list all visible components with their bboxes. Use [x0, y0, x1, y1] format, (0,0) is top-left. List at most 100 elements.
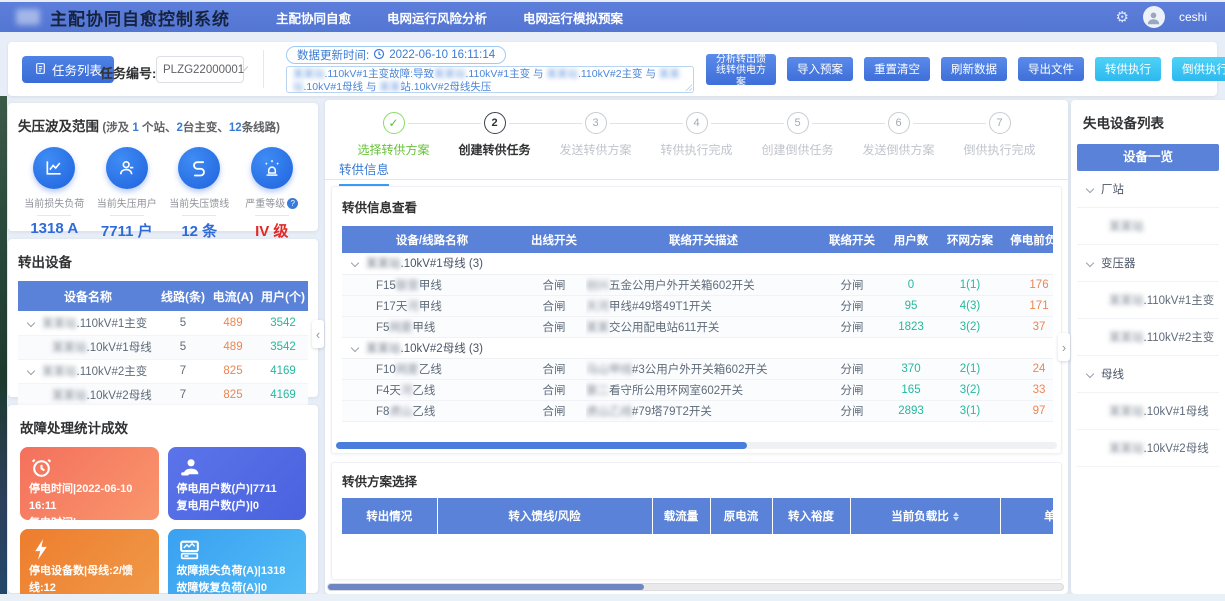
toolbar-button-3[interactable]: 重置清空	[864, 57, 930, 81]
chevron-down-icon[interactable]	[351, 343, 359, 351]
step-6[interactable]: 6发送倒供方案	[848, 112, 949, 158]
step-5[interactable]: 5创建倒供任务	[747, 112, 848, 158]
toolbar-button-4[interactable]: 刷新数据	[941, 57, 1007, 81]
info-col-header: 出线开关	[522, 226, 586, 253]
step-3[interactable]: 3发送转供方案	[545, 112, 646, 158]
transfer-plan-title: 转供方案选择	[342, 475, 417, 489]
chevron-down-icon[interactable]	[1086, 258, 1094, 266]
impact-stat-label: 严重等级?	[236, 195, 309, 210]
tree-item[interactable]: 某某站.10kV#2母线	[1077, 430, 1219, 467]
user-icon	[106, 147, 148, 189]
tie-switch-desc-cell: 天河甲线#49塔49T1开关	[586, 295, 821, 316]
text-segment: #3公用户外开关箱602开关	[632, 364, 767, 376]
user-avatar[interactable]	[1143, 6, 1165, 28]
info-horizontal-scrollbar[interactable]	[336, 442, 1057, 449]
scrollbar-thumb[interactable]	[336, 442, 747, 449]
redacted-text: 某某	[379, 81, 400, 93]
text-segment: .110kV#1主变 与	[466, 68, 547, 80]
toolbar-button-2[interactable]: 导入预案	[787, 57, 853, 81]
fault-stats-grid: 停电时间|2022-06-10 16:11复电时间|停电用户数(户)|7711复…	[20, 447, 306, 601]
nav-item-2[interactable]: 电网运行风险分析	[387, 8, 487, 27]
pre-outage-load-cell: 33	[1001, 379, 1053, 400]
transfer-out-table: 设备名称线路(条)电流(A)用户(个) 某某站.110kV#1主变5489354…	[18, 281, 308, 408]
table-row[interactable]: F17天河甲线合闸天河甲线#49塔49T1开关分闸954(3)171未执行F7天…	[342, 295, 1053, 316]
step-1[interactable]: ✓选择转供方案	[343, 112, 444, 158]
table-row[interactable]: F8虎山乙线合闸虎山乙线#79塔79T2开关分闸28933(1)97未执行F5和…	[342, 400, 1053, 421]
step-2[interactable]: 2创建转供任务	[444, 112, 545, 158]
impact-stat-label: 当前损失负荷	[18, 195, 91, 210]
chevron-down-icon[interactable]	[1086, 184, 1094, 192]
tree-group[interactable]: 母线	[1077, 356, 1219, 393]
tree-item[interactable]: 某某站.10kV#1母线	[1077, 393, 1219, 430]
ring-plan-cell: 3(2)	[939, 379, 1001, 400]
group-row[interactable]: 某某站.10kV#1母线 (3)	[342, 253, 1053, 274]
table-row[interactable]: 某某站.10kV#1母线54893542	[18, 335, 308, 359]
divider	[110, 215, 144, 216]
sort-icon[interactable]	[953, 512, 959, 521]
nav-item-1[interactable]: 主配协同自愈	[276, 8, 351, 27]
redacted-text: 某某站	[1109, 292, 1144, 308]
redacted-text: 网夏	[396, 364, 419, 376]
plan-col-header[interactable]: 当前负载比	[850, 498, 1000, 534]
step-7[interactable]: 7倒供执行完成	[949, 112, 1050, 158]
ring-plan-cell: 1(1)	[939, 274, 1001, 295]
step-4[interactable]: 4转供执行完成	[646, 112, 747, 158]
fault-stat-card: 停电时间|2022-06-10 16:11复电时间|	[20, 447, 159, 520]
group-row[interactable]: 某某站.10kV#2母线 (3)	[342, 337, 1053, 358]
tie-switch-cell: 分闸	[821, 358, 883, 379]
tree-group-label: 母线	[1101, 366, 1124, 382]
table-row[interactable]: F15联营甲线合闸创兴五金公用户外开关箱602开关分闸01(1)176未执行F1…	[342, 274, 1053, 295]
chevron-down-icon[interactable]	[351, 259, 359, 267]
tree-item[interactable]: 某某站.110kV#1主变	[1077, 282, 1219, 319]
toolbar-button-5[interactable]: 导出文件	[1018, 57, 1084, 81]
nav-item-3[interactable]: 电网运行模拟预案	[523, 8, 623, 27]
tree-group[interactable]: 变压器	[1077, 245, 1219, 282]
collapse-right-panel-handle[interactable]: ›	[1058, 333, 1070, 361]
device-name: .10kV#1母线	[87, 342, 152, 354]
table-row[interactable]: F5网夏甲线合闸某某交公用配电站611开关分闸18233(2)37未执行F16马	[342, 316, 1053, 337]
redacted-text: 天河	[586, 301, 609, 313]
device-name: .110kV#1主变	[77, 318, 148, 330]
ring-plan-cell: 3(2)	[939, 316, 1001, 337]
tie-switch-cell: 分闸	[821, 400, 883, 421]
tree-item[interactable]: 某某站.110kV#2主变	[1077, 319, 1219, 356]
chevron-down-icon[interactable]	[1086, 369, 1094, 377]
table-row[interactable]: F10网夏乙线合闸马山甲线#3公用户外开关箱602开关分闸3702(1)24未执…	[342, 358, 1053, 379]
fault-description-textarea[interactable]: 某某站.110kV#1主变故障:导致某某站.110kV#1主变 与 某某站.11…	[286, 66, 694, 93]
table-row[interactable]: 某某站.10kV#2母线78254169	[18, 383, 308, 407]
help-icon[interactable]: ?	[287, 198, 298, 209]
tab-transfer-info[interactable]: 转供信息	[339, 159, 389, 186]
tree-item[interactable]: 某某站	[1077, 208, 1219, 245]
resize-handle-icon[interactable]	[685, 84, 692, 91]
settings-gear-icon[interactable]: ⚙	[1116, 8, 1129, 26]
redacted-text: 河	[407, 301, 419, 313]
impact-stat-label: 当前失压用户	[91, 195, 164, 210]
impact-stat-value: 7711 户	[91, 220, 164, 241]
text-segment: .110kV#1主变故障:导致	[325, 68, 435, 80]
step-label: 转供执行完成	[646, 141, 747, 158]
collapse-left-panel-handle[interactable]: ‹	[312, 320, 324, 348]
text-segment: 看守所公用环网室602开关	[609, 385, 743, 397]
plan-col-label: 原电流	[724, 511, 759, 523]
step-label: 发送转供方案	[545, 141, 646, 158]
task-no-select[interactable]: PLZG22000001	[156, 56, 244, 83]
current-cell: 489	[208, 311, 258, 335]
table-row[interactable]: F4天河乙线合闸第二看守所公用环网室602开关分闸1653(2)33未执行F8看…	[342, 379, 1053, 400]
table-row[interactable]: 某某站.110kV#1主变54893542	[18, 311, 308, 335]
tree-group[interactable]: 厂站	[1077, 171, 1219, 208]
text-segment: 交公用配电站611开关	[609, 322, 719, 334]
toolbar-cyan-button-2[interactable]: 倒供执行	[1172, 57, 1225, 81]
redacted-text: 创兴	[586, 280, 609, 292]
table-row[interactable]: 某某站.110kV#2主变78254169	[18, 359, 308, 383]
out-switch-cell: 合闸	[522, 379, 586, 400]
page-horizontal-scrollbar[interactable]	[327, 583, 1064, 591]
divider	[255, 215, 289, 216]
plan-col-header[interactable]: 单条线转后负载比	[1000, 498, 1053, 534]
toolbar-cyan-button-1[interactable]: 转供执行	[1095, 57, 1161, 81]
chevron-down-icon[interactable]	[27, 367, 35, 375]
transfer-plan-table: 转出情况转入馈线/风险载流量原电流转入裕度当前负载比单条线转后负载比整体执行负载…	[342, 498, 1053, 574]
current-cell: 825	[208, 383, 258, 407]
toolbar-button-1[interactable]: 分析转出馈线转供电方案	[706, 54, 776, 85]
chevron-down-icon[interactable]	[27, 319, 35, 327]
scrollbar-thumb[interactable]	[328, 584, 644, 590]
